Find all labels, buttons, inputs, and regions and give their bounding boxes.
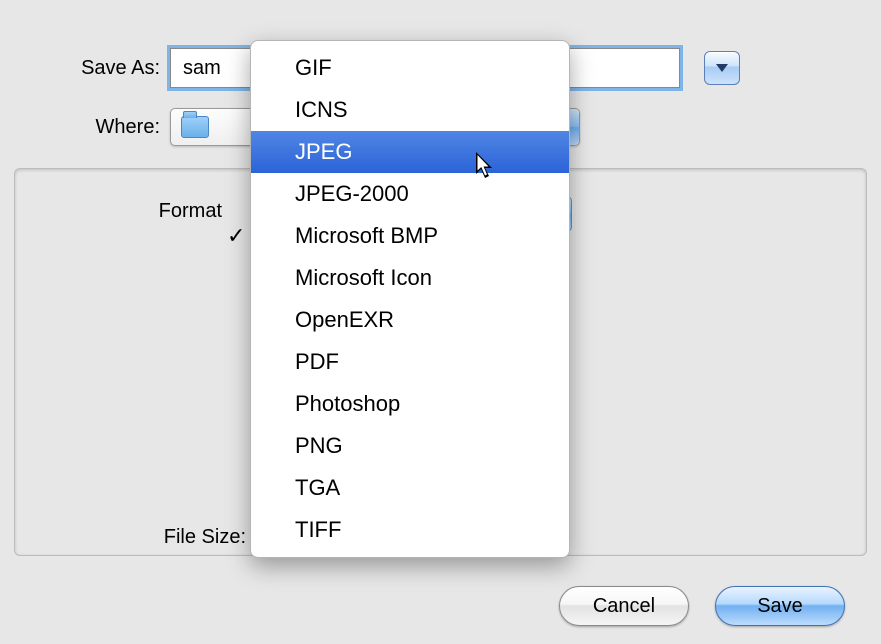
dialog-buttons: Cancel Save	[559, 586, 845, 626]
format-option[interactable]: TGA	[251, 467, 569, 509]
format-label: Format	[0, 200, 226, 223]
expand-location-button[interactable]	[704, 51, 740, 85]
format-option[interactable]: JPEG	[251, 131, 569, 173]
format-option[interactable]: GIF	[251, 47, 569, 89]
format-option[interactable]: Photoshop	[251, 383, 569, 425]
cancel-button[interactable]: Cancel	[559, 586, 689, 626]
cursor-icon	[476, 152, 496, 180]
file-size-label: File Size:	[0, 526, 256, 549]
format-option[interactable]: Microsoft BMP✓	[251, 215, 569, 257]
check-icon: ✓	[227, 219, 245, 253]
chevron-down-icon	[715, 63, 729, 73]
folder-icon	[181, 116, 209, 138]
save-as-label: Save As:	[0, 57, 170, 80]
where-label: Where:	[0, 116, 170, 139]
format-option[interactable]: TIFF	[251, 509, 569, 551]
format-option[interactable]: PNG	[251, 425, 569, 467]
format-option[interactable]: OpenEXR	[251, 299, 569, 341]
format-dropdown[interactable]: GIFICNSJPEGJPEG-2000Microsoft BMP✓Micros…	[250, 40, 570, 558]
format-option[interactable]: Microsoft Icon	[251, 257, 569, 299]
format-option[interactable]: ICNS	[251, 89, 569, 131]
save-button[interactable]: Save	[715, 586, 845, 626]
format-option[interactable]: PDF	[251, 341, 569, 383]
format-option[interactable]: JPEG-2000	[251, 173, 569, 215]
